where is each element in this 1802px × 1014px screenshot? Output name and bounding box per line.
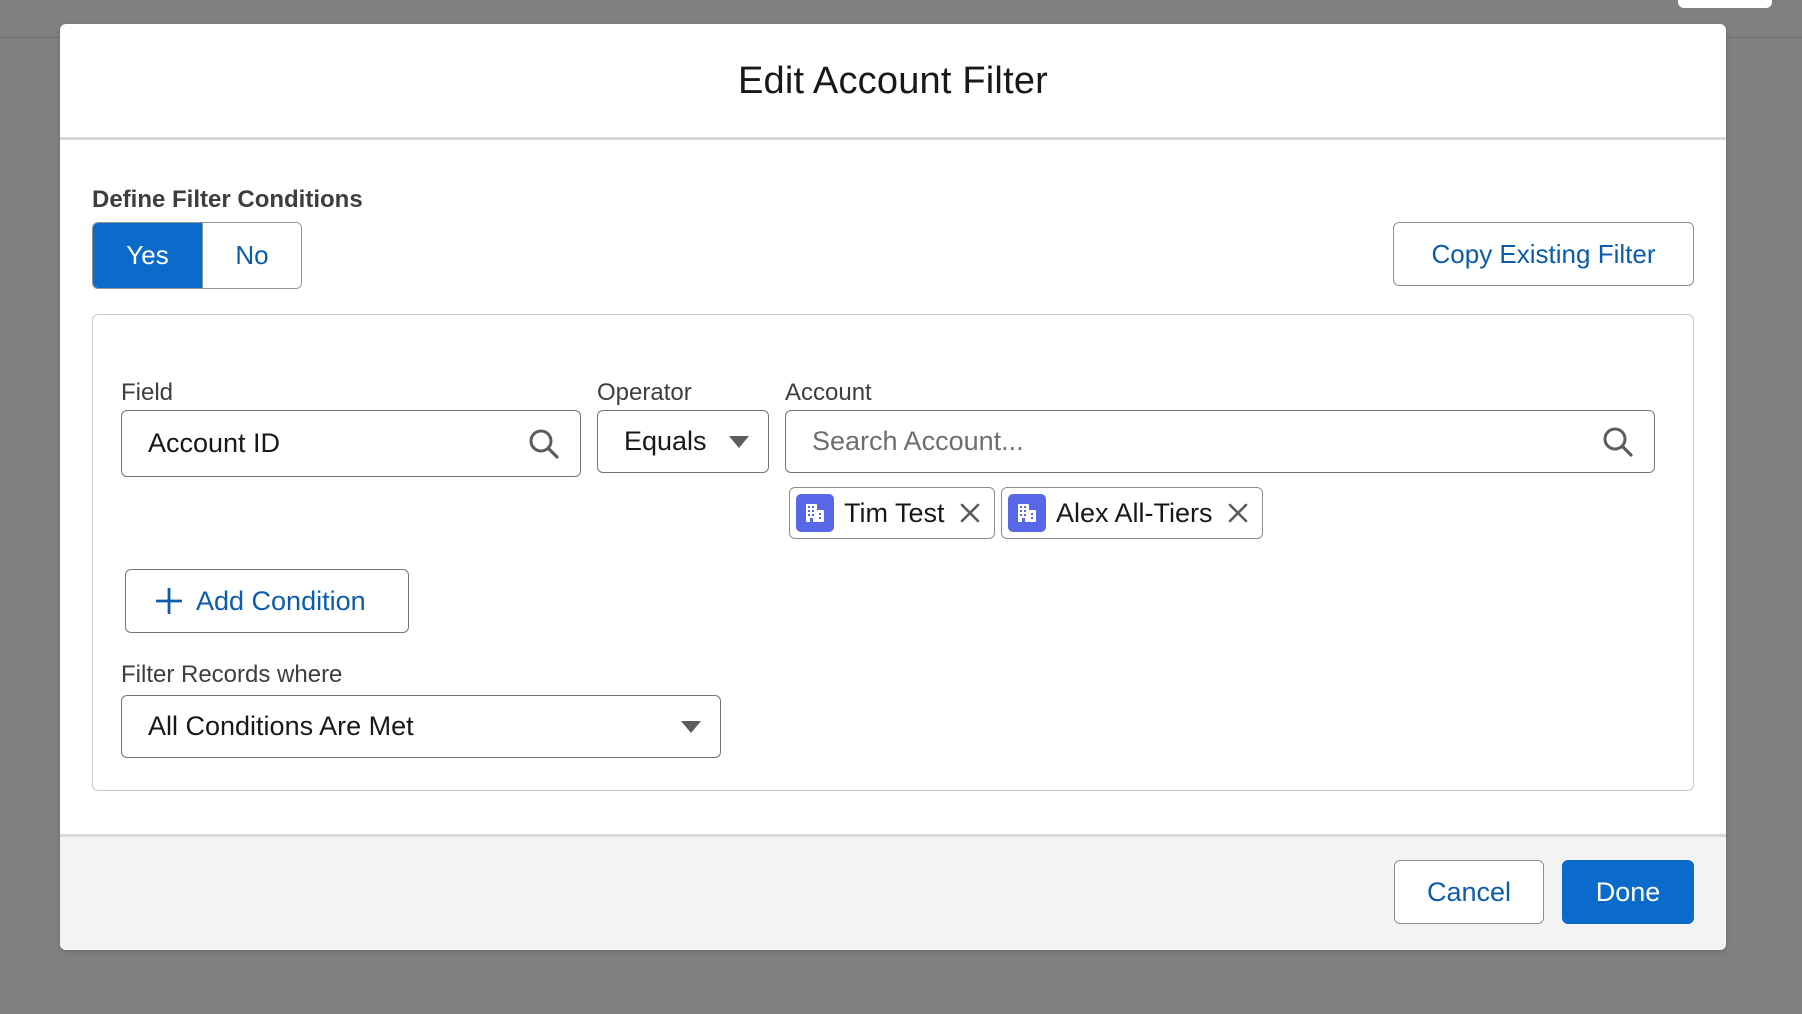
account-search-placeholder: Search Account... bbox=[812, 426, 1024, 456]
close-icon[interactable] bbox=[959, 502, 981, 524]
operator-select[interactable]: Equals bbox=[597, 410, 769, 473]
search-icon[interactable] bbox=[528, 428, 560, 460]
account-pill-label: Tim Test bbox=[844, 497, 945, 528]
filter-records-label: Filter Records where bbox=[121, 661, 343, 688]
account-search-input[interactable]: Search Account... bbox=[785, 410, 1655, 473]
close-icon[interactable] bbox=[1227, 502, 1249, 524]
building-icon bbox=[796, 494, 834, 532]
edit-filter-modal: Edit Account Filter Define Filter Condit… bbox=[60, 24, 1726, 950]
modal-header: Edit Account Filter bbox=[60, 24, 1726, 140]
field-label: Field bbox=[121, 379, 174, 406]
operator-label: Operator bbox=[597, 379, 692, 406]
field-input[interactable]: Account ID bbox=[121, 410, 581, 477]
background-widget bbox=[1678, 0, 1772, 8]
chevron-down-icon bbox=[680, 720, 702, 734]
define-filter-conditions-label: Define Filter Conditions bbox=[92, 186, 363, 213]
search-icon[interactable] bbox=[1602, 426, 1634, 458]
field-value: Account ID bbox=[148, 428, 281, 458]
conditions-panel: Field Account ID Operator Equals Account… bbox=[92, 314, 1694, 791]
account-pill[interactable]: Tim Test bbox=[789, 487, 995, 539]
plus-icon bbox=[156, 588, 182, 614]
account-pill[interactable]: Alex All-Tiers bbox=[1001, 487, 1263, 539]
add-condition-button[interactable]: Add Condition bbox=[125, 569, 409, 633]
cancel-button[interactable]: Cancel bbox=[1394, 860, 1544, 924]
define-conditions-toggle: Yes No bbox=[92, 222, 302, 289]
done-button[interactable]: Done bbox=[1562, 860, 1694, 924]
building-icon bbox=[1008, 494, 1046, 532]
filter-logic-select[interactable]: All Conditions Are Met bbox=[121, 695, 721, 758]
modal-title: Edit Account Filter bbox=[737, 60, 1049, 102]
modal-footer: Cancel Done bbox=[60, 834, 1726, 950]
no-button[interactable]: No bbox=[203, 223, 301, 288]
account-pill-label: Alex All-Tiers bbox=[1056, 497, 1213, 528]
modal-body: Define Filter Conditions Yes No Copy Exi… bbox=[60, 140, 1726, 834]
filter-logic-value: All Conditions Are Met bbox=[148, 711, 414, 741]
chevron-down-icon bbox=[728, 435, 750, 449]
copy-existing-filter-button[interactable]: Copy Existing Filter bbox=[1393, 222, 1694, 286]
account-label: Account bbox=[785, 379, 872, 406]
add-condition-label: Add Condition bbox=[196, 585, 366, 616]
operator-value: Equals bbox=[624, 426, 707, 456]
yes-button[interactable]: Yes bbox=[93, 223, 203, 288]
